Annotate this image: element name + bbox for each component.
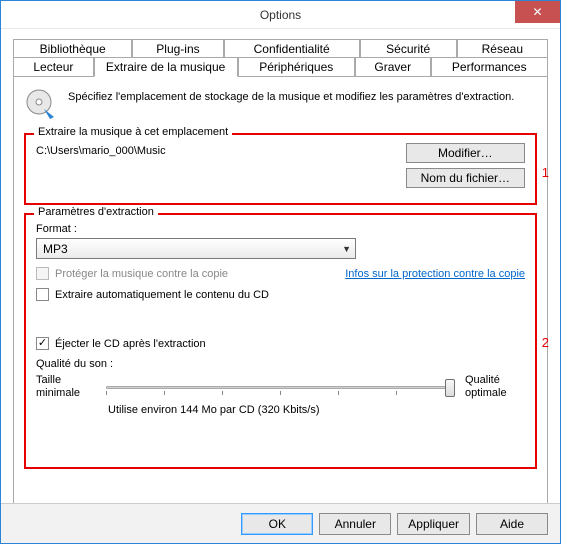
- tab-lecteur[interactable]: Lecteur: [13, 57, 94, 77]
- format-select[interactable]: MP3 ▼: [36, 238, 356, 259]
- apply-button[interactable]: Appliquer: [397, 513, 470, 535]
- quality-slider[interactable]: [106, 377, 455, 397]
- group-location: Extraire la musique à cet emplacement 1 …: [24, 133, 537, 205]
- path-row: C:\Users\mario_000\Music Modifier… Nom d…: [36, 143, 525, 188]
- annotation-2: 2: [542, 335, 549, 350]
- group-settings-legend: Paramètres d'extraction: [34, 206, 158, 218]
- autorip-row: Extraire automatiquement le contenu du C…: [36, 288, 525, 301]
- close-button[interactable]: ✕: [515, 1, 560, 23]
- protect-checkbox: [36, 267, 49, 280]
- autorip-checkbox[interactable]: [36, 288, 49, 301]
- quality-min-label: Taille minimale: [36, 374, 96, 400]
- close-icon: ✕: [532, 5, 542, 19]
- ok-button[interactable]: OK: [241, 513, 313, 535]
- tab-extraire[interactable]: Extraire de la musique: [94, 57, 238, 77]
- tab-reseau[interactable]: Réseau: [457, 39, 548, 58]
- quality-max-label: Qualité optimale: [465, 374, 525, 400]
- intro-text: Spécifiez l'emplacement de stockage de l…: [68, 87, 514, 103]
- annotation-1: 1: [542, 165, 549, 180]
- filename-button[interactable]: Nom du fichier…: [406, 168, 525, 188]
- slider-thumb[interactable]: [445, 379, 455, 397]
- location-buttons: Modifier… Nom du fichier…: [406, 143, 525, 188]
- protect-label: Protéger la musique contre la copie: [55, 268, 228, 280]
- protect-row: Protéger la musique contre la copie Info…: [36, 267, 525, 280]
- rip-path: C:\Users\mario_000\Music: [36, 143, 166, 157]
- options-window: Options ✕ Bibliothèque Plug-ins Confiden…: [0, 0, 561, 544]
- protection-info-link[interactable]: Infos sur la protection contre la copie: [345, 268, 525, 280]
- slider-track: [106, 386, 455, 389]
- window-title: Options: [260, 8, 301, 22]
- dialog-footer: OK Annuler Appliquer Aide: [1, 503, 560, 543]
- tab-bibliotheque[interactable]: Bibliothèque: [13, 39, 132, 58]
- tab-plugins[interactable]: Plug-ins: [132, 39, 223, 58]
- titlebar: Options ✕: [1, 1, 560, 29]
- tab-performances[interactable]: Performances: [431, 57, 549, 77]
- modify-button[interactable]: Modifier…: [406, 143, 525, 163]
- group-settings: Paramètres d'extraction 2 Format : MP3 ▼…: [24, 213, 537, 469]
- quality-label: Qualité du son :: [36, 358, 525, 370]
- chevron-down-icon: ▼: [342, 244, 351, 254]
- tab-graver[interactable]: Graver: [355, 57, 431, 77]
- slider-ticks: [106, 391, 455, 396]
- cancel-button[interactable]: Annuler: [319, 513, 391, 535]
- eject-checkbox[interactable]: [36, 337, 49, 350]
- intro-row: Spécifiez l'emplacement de stockage de l…: [24, 87, 537, 123]
- eject-row: Éjecter le CD après l'extraction: [36, 337, 525, 350]
- quality-row: Taille minimale Qualité optimale: [36, 374, 525, 400]
- eject-label: Éjecter le CD après l'extraction: [55, 338, 206, 350]
- tabstrip: Bibliothèque Plug-ins Confidentialité Sé…: [13, 39, 548, 508]
- autorip-label: Extraire automatiquement le contenu du C…: [55, 289, 269, 301]
- group-location-legend: Extraire la musique à cet emplacement: [34, 126, 232, 138]
- tabrow-top: Bibliothèque Plug-ins Confidentialité Sé…: [13, 39, 548, 58]
- tabrow-bottom: Lecteur Extraire de la musique Périphéri…: [13, 57, 548, 77]
- size-estimate: Utilise environ 144 Mo par CD (320 Kbits…: [108, 404, 525, 416]
- content-area: Bibliothèque Plug-ins Confidentialité Sé…: [1, 29, 560, 508]
- tab-panel: Spécifiez l'emplacement de stockage de l…: [13, 76, 548, 508]
- rip-music-icon: [24, 87, 60, 123]
- format-value: MP3: [43, 242, 68, 256]
- tab-confidentialite[interactable]: Confidentialité: [224, 39, 360, 58]
- tab-securite[interactable]: Sécurité: [360, 39, 457, 58]
- tab-peripheriques[interactable]: Périphériques: [238, 57, 356, 77]
- help-button[interactable]: Aide: [476, 513, 548, 535]
- format-label: Format :: [36, 223, 525, 235]
